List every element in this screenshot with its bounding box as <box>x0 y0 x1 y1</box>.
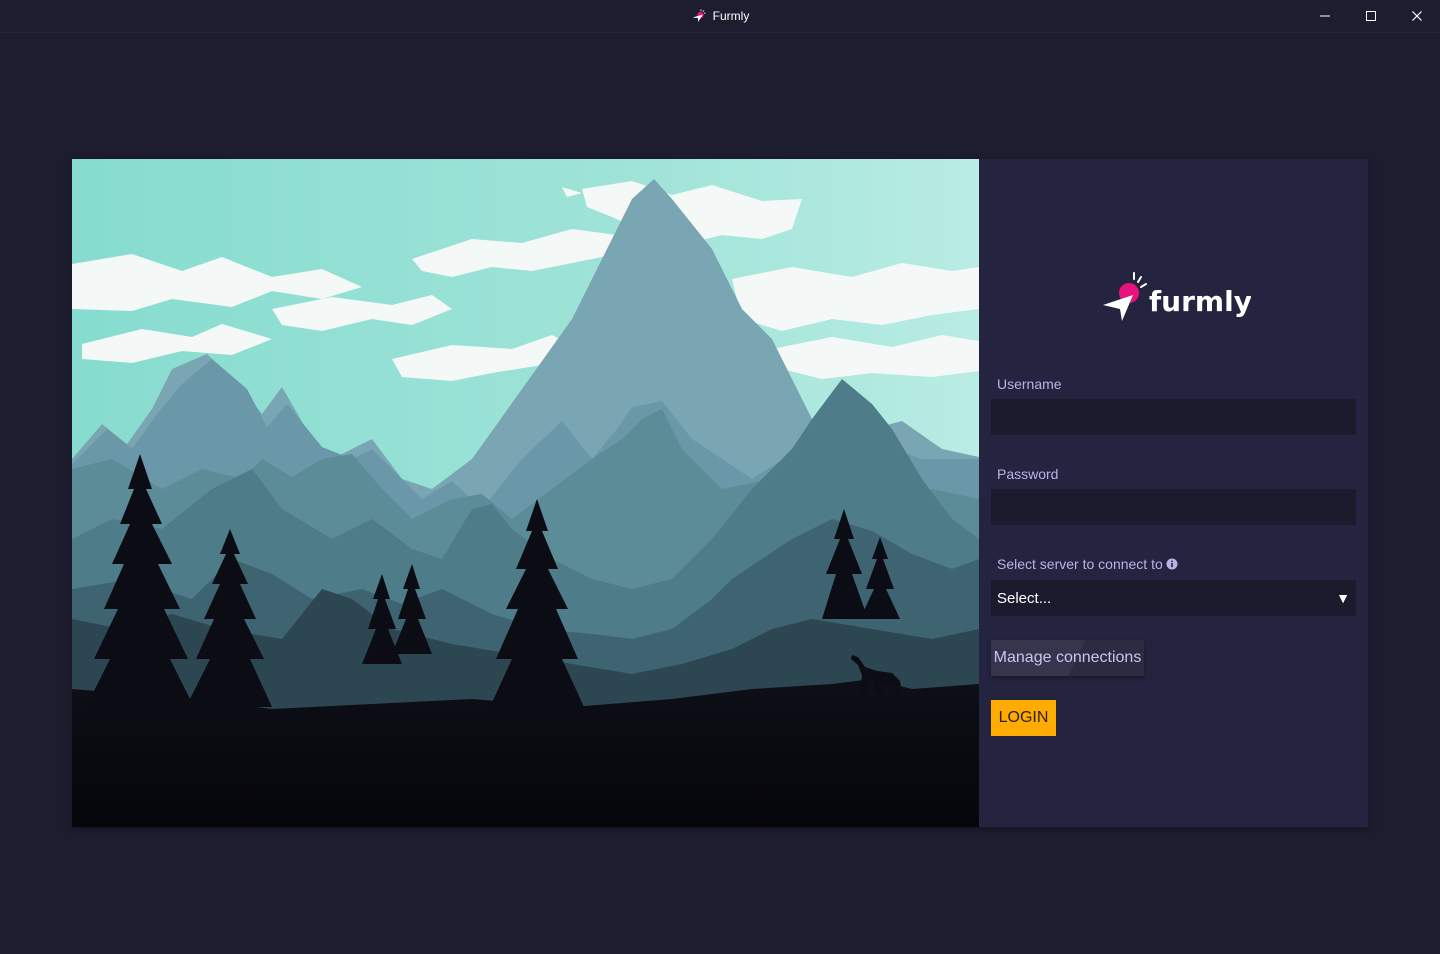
minimize-button[interactable] <box>1302 0 1348 32</box>
close-button[interactable] <box>1394 0 1440 32</box>
window-title: Furmly <box>712 9 750 23</box>
logo-wordmark: furmly <box>1149 285 1251 318</box>
title-bar: Furmly <box>0 0 1440 33</box>
minimize-icon <box>1320 15 1330 17</box>
title-wrap: Furmly <box>0 0 1440 32</box>
username-label: Username <box>997 376 1062 392</box>
password-label: Password <box>997 466 1059 482</box>
furmly-app-icon <box>692 9 706 22</box>
server-label-row: Select server to connect to <box>997 556 1178 572</box>
server-select-value: Select... <box>997 589 1052 607</box>
landscape-illustration <box>72 159 979 827</box>
login-button[interactable]: LOGIN <box>991 700 1056 736</box>
logo-paper-plane-mark <box>1103 295 1133 321</box>
furmly-logo: furmly <box>1103 272 1251 321</box>
password-input[interactable] <box>991 489 1356 525</box>
info-icon[interactable] <box>1166 558 1178 570</box>
maximize-icon <box>1366 11 1376 21</box>
manage-connections-button[interactable]: Manage connections <box>991 640 1144 676</box>
login-card: furmly Username Password Select server t… <box>72 159 1368 827</box>
username-input[interactable] <box>991 399 1356 435</box>
dropdown-arrow-icon: ▼ <box>1336 590 1350 606</box>
server-select[interactable]: Select... ▼ <box>991 580 1356 616</box>
maximize-button[interactable] <box>1348 0 1394 32</box>
login-panel: furmly Username Password Select server t… <box>979 159 1368 827</box>
close-icon <box>1412 11 1422 21</box>
server-label: Select server to connect to <box>997 556 1163 572</box>
